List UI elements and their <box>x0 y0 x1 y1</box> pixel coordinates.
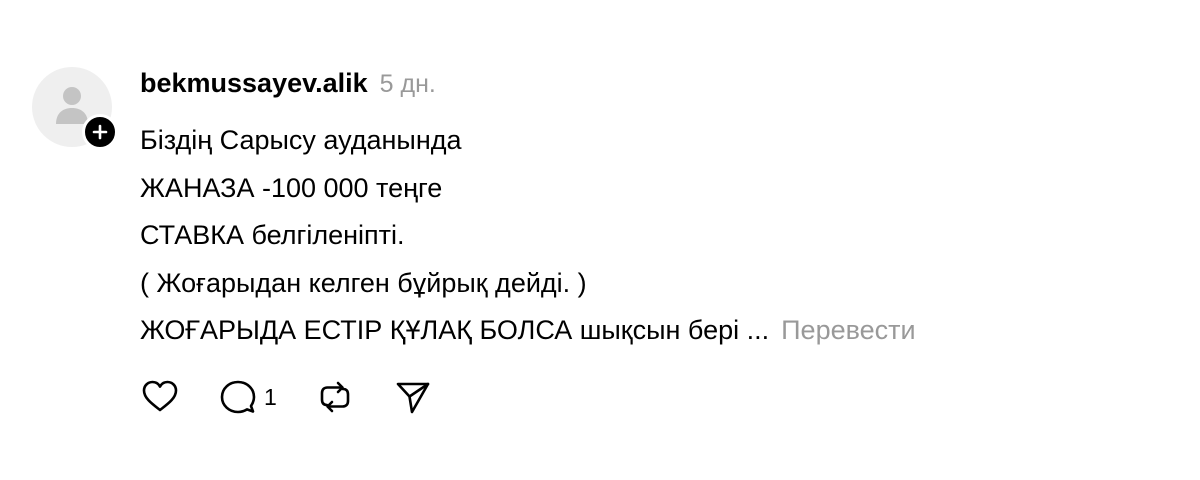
send-icon <box>396 382 430 414</box>
translate-link[interactable]: Перевести <box>781 315 915 345</box>
post-header: bekmussayev.alik 5 дн. <box>140 68 436 104</box>
comment-bubble-icon <box>220 380 256 414</box>
comment-button[interactable]: 1 <box>218 377 277 417</box>
plus-icon <box>92 124 108 140</box>
heart-icon <box>142 380 178 412</box>
post-text-line: СТАВКА белгіленіпті. <box>140 220 405 250</box>
repost-icon <box>320 381 350 413</box>
post-text-line-last: ЖОҒАРЫДА ЕСТІР ҚҰЛАҚ БОЛСА шықсын бері .… <box>140 307 1160 355</box>
share-button[interactable] <box>393 377 433 417</box>
like-button[interactable] <box>140 377 180 417</box>
action-bar: 1 <box>140 377 471 417</box>
post-body: Біздің Сарысу ауданында ЖАНАЗА -100 000 … <box>140 117 1160 355</box>
follow-button[interactable] <box>82 114 118 150</box>
avatar-container <box>32 67 118 150</box>
post-text-line: ( Жоғарыдан келген бұйрық дейді. ) <box>140 267 587 298</box>
comment-count: 1 <box>264 383 277 410</box>
post-timestamp[interactable]: 5 дн. <box>380 70 436 99</box>
repost-button[interactable] <box>315 377 355 417</box>
username-link[interactable]: bekmussayev.alik <box>140 68 368 99</box>
post-text-truncated[interactable]: ЖОҒАРЫДА ЕСТІР ҚҰЛАҚ БОЛСА шықсын бері .… <box>140 315 769 345</box>
post-text-line: ЖАНАЗА -100 000 теңге <box>140 172 443 203</box>
thread-post: bekmussayev.alik 5 дн. Біздің Сарысу ауд… <box>0 0 1200 480</box>
post-text-line: Біздің Сарысу ауданында <box>140 125 462 155</box>
